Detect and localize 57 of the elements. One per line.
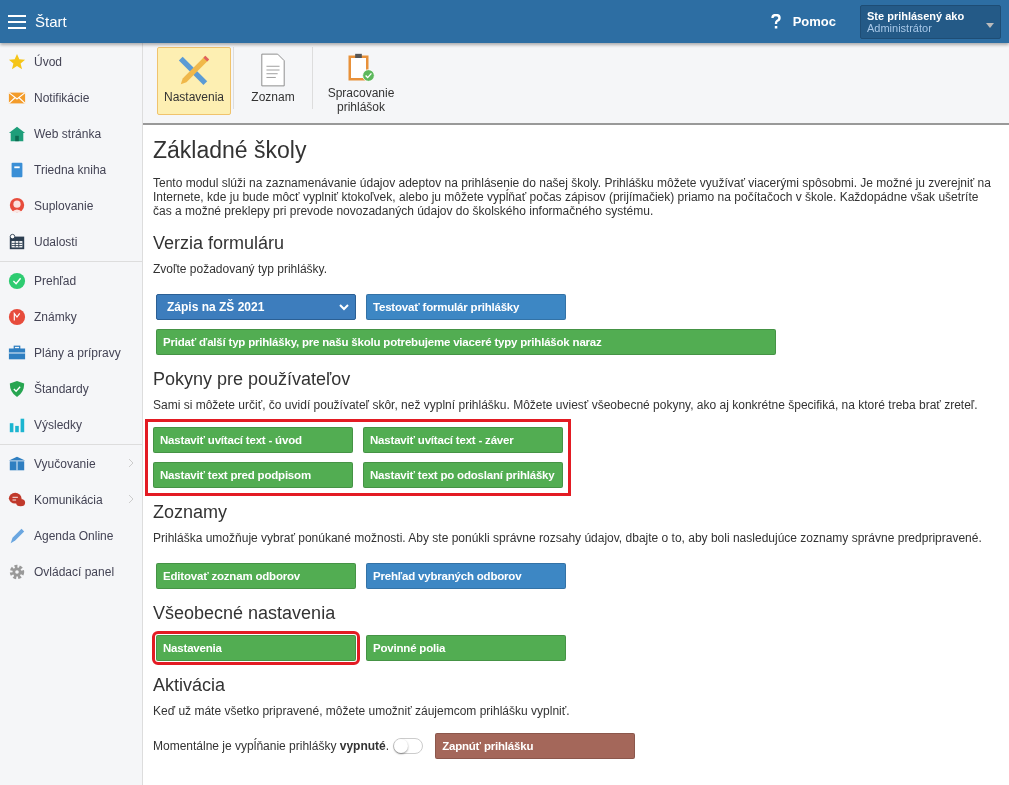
grade-icon <box>8 308 26 326</box>
bar-chart-icon <box>8 416 26 434</box>
sidebar-item[interactable]: Notifikácie <box>0 80 142 116</box>
section-description: Prihláška umožňuje vybrať ponúkané možnosti. Aby ste ponúkli správne rozsahy údajov, dbajte o to, aby boli nasledujúce zoznamy správne predpripravené. <box>153 531 983 545</box>
sidebar-item[interactable]: Udalosti <box>0 224 142 260</box>
section-heading: Pokyny pre používateľov <box>153 369 352 390</box>
sidebar-item[interactable]: Suplovanie <box>0 188 142 224</box>
section-description: Keď už máte všetko pripravené, môžete umožniť záujemcom prihlášku vyplniť. <box>153 704 571 718</box>
section-heading: Zoznamy <box>153 502 229 523</box>
action-button[interactable]: Testovať formulár prihlášky <box>366 294 566 320</box>
gear-icon <box>8 563 26 581</box>
calendar-icon <box>8 233 26 251</box>
toolbar-button[interactable]: Spracovanie prihlášok <box>315 47 407 115</box>
chat-icon <box>8 491 26 509</box>
open-book-icon <box>8 455 26 473</box>
briefcase-icon <box>8 344 26 362</box>
sidebar-item[interactable]: Agenda Online <box>0 518 142 554</box>
toggle-switch[interactable] <box>393 738 424 754</box>
section-heading: Všeobecné nastavenia <box>153 603 337 624</box>
menu-icon[interactable] <box>8 14 26 29</box>
help-icon <box>770 14 781 29</box>
pen-icon <box>8 527 26 545</box>
sidebar-item[interactable]: Štandardy <box>0 371 142 407</box>
sidebar-item[interactable]: Ovládací panel <box>0 554 142 590</box>
caret-icon <box>986 22 994 28</box>
sidebar-item[interactable]: Známky <box>0 299 142 335</box>
toolbar-button[interactable]: Nastavenia <box>157 47 231 115</box>
shield-icon <box>8 380 26 398</box>
sidebar-item[interactable]: Prehľad <box>0 263 142 299</box>
user-dropdown[interactable]: Ste prihlásený ako Administrátor <box>860 4 1001 39</box>
section-heading: Aktivácia <box>153 675 227 696</box>
document-icon <box>259 53 287 87</box>
help-button[interactable]: Pomoc <box>770 14 836 29</box>
activation-status: Momentálne je vypĺňanie prihlášky vypnuté. <box>153 739 390 753</box>
check-circle-icon <box>8 272 26 290</box>
sidebar-item[interactable]: Web stránka <box>0 116 142 152</box>
house-icon <box>8 125 26 143</box>
sidebar-item[interactable]: Úvod <box>0 44 142 80</box>
section-description: Sami si môžete určiť, čo uvidí používateľ skôr, než vyplní prihlášku. Môžete uviesť všeobecné pokyny, ako aj konkrétne špecifiká, na ktoré treba brať zreteľ. <box>153 398 979 412</box>
envelope-icon <box>8 89 26 107</box>
section-heading: Verzia formuláru <box>153 233 286 254</box>
page-title: Základné školy <box>153 137 308 164</box>
app-title: Štart <box>35 13 68 30</box>
sidebar-item[interactable]: Výsledky <box>0 407 142 443</box>
form-version-dropdown[interactable]: Zápis na ZŠ 2021 <box>156 294 356 320</box>
action-button[interactable]: Prehľad vybraných odborov <box>366 563 566 589</box>
intro-paragraph: Tento modul slúži na zaznamenávanie údajov adeptov na prihlásenie do našej školy. Prihlášku môžete využívať viacerými spôsobmi. Je možné ju zverejniť na Internete, kde ju bude môcť vyplniť ktokoľvek, alebo ju môžete vypĺňať počas zápisov (prijímačiek) priamo na počítačoch v škole. Každopádne však ušetríte čas a možné preklepy pri prevode novozadaných údajov do školského informačného systému. <box>153 176 992 218</box>
chevron-down-icon <box>339 303 349 311</box>
sidebar-item[interactable]: Vyučovanie <box>0 446 142 482</box>
sidebar-item[interactable]: Komunikácia <box>0 482 142 518</box>
section-description: Zvoľte požadovaný typ prihlášky. <box>153 262 329 276</box>
sidebar-item[interactable]: Plány a prípravy <box>0 335 142 371</box>
sidebar-item[interactable]: Triedna kniha <box>0 152 142 188</box>
person-icon <box>8 197 26 215</box>
enable-button[interactable]: Zapnúť prihlášku <box>435 733 636 759</box>
toolbar-button[interactable]: Zoznam <box>236 47 310 115</box>
star-icon <box>8 53 26 71</box>
